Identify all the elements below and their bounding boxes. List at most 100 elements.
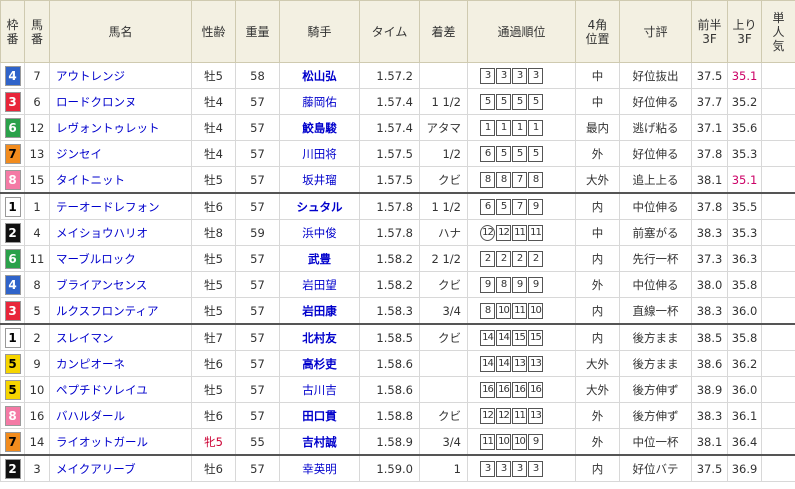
margin-cell: 1 [419,454,468,482]
margin-cell [419,62,468,89]
weight-cell: 57 [235,140,280,167]
passing-position: 7 [512,198,527,215]
table-row[interactable]: 1 2 スレイマン 牡7 57 北村友 1.58.5 クビ 14 14 15 15 内後方まま 38.5 3… [0,323,795,351]
umaban-cell: 3 [24,454,50,482]
umaban-cell: 11 [24,245,50,272]
jockey-link[interactable]: 松山弘 [279,62,360,89]
first3f-cell: 38.3 [691,219,728,246]
horse-name-link[interactable]: ペプチドソレイユ [49,376,192,403]
time-cell: 1.58.6 [359,350,420,377]
last3f-cell: 35.2 [727,88,762,115]
horse-name-link[interactable]: アウトレンジ [49,62,192,89]
table-row[interactable]: 3 6 ロードクロンヌ 牡4 57 藤岡佑 1.57.4 1 1/2 5 5 5 5 中好位伸る 37.7… [0,88,795,115]
jockey-link[interactable]: 武豊 [279,245,360,272]
jockey-link[interactable]: 岩田望 [279,271,360,298]
passing-position: 12 [496,224,511,241]
waku-badge: 8 [4,405,21,426]
jockey-link[interactable]: 高杉吏 [279,350,360,377]
horse-name-link[interactable]: スレイマン [49,323,192,351]
first3f-cell: 38.3 [691,297,728,325]
passing-position: 10 [528,302,543,319]
margin-cell: アタマ [419,114,468,141]
header-jockey: 騎手 [279,0,360,63]
umaban-cell: 1 [24,192,50,220]
horse-name-link[interactable]: ブライアンセンス [49,271,192,298]
table-row[interactable]: 4 7 アウトレンジ 牡5 58 松山弘 1.57.2 3 3 3 3 中好位抜出 37.5 35.1 [0,62,795,89]
weight-cell: 57 [235,350,280,377]
jockey-link[interactable]: 川田将 [279,140,360,167]
horse-name-link[interactable]: ジンセイ [49,140,192,167]
table-row[interactable]: 6 11 マーブルロック 牡5 57 武豊 1.58.2 2 1/2 2 2 2 2 内先行一杯 37.3… [0,245,795,272]
table-row[interactable]: 1 1 テーオードレフォン 牡6 57 シュタル 1.57.8 1 1/2 6 5 7 9 内中位伸る 3… [0,192,795,220]
time-cell: 1.57.8 [359,192,420,220]
passing-position: 2 [512,250,527,267]
jockey-link[interactable]: 北村友 [279,323,360,351]
jockey-link[interactable]: 吉村誠 [279,428,360,456]
time-cell: 1.57.8 [359,219,420,246]
passing-position: 1 [480,119,495,136]
horse-name-link[interactable]: タイトニット [49,166,192,194]
table-row[interactable]: 7 13 ジンセイ 牡4 57 川田将 1.57.5 1/2 6 5 5 5 外好位伸る 37.8 35.3 [0,140,795,167]
popularity-cell [761,376,795,403]
table-row[interactable]: 4 8 ブライアンセンス 牡5 57 岩田望 1.58.2 クビ 9 8 9 9 外中位伸る 38.0 35… [0,271,795,298]
last3f-cell: 35.8 [727,323,762,351]
passing-position: 8 [480,171,495,188]
horse-name-link[interactable]: バハルダール [49,402,192,429]
horse-name-link[interactable]: ロードクロンヌ [49,88,192,115]
waku-cell: 5 [0,376,25,403]
umaban-cell: 12 [24,114,50,141]
waku-cell: 7 [0,428,25,456]
passing-position: 5 [528,145,543,162]
popularity-cell [761,62,795,89]
table-row[interactable]: 8 16 バハルダール 牡6 57 田口貫 1.58.8 クビ 12 12 11 13 外後方伸ず 38.… [0,402,795,429]
header-sex-age: 性齢 [191,0,236,63]
passing-position: 16 [512,381,527,398]
table-row[interactable]: 5 10 ペプチドソレイユ 牡5 57 古川吉 1.58.6 16 16 16 16 大外 後方伸ず 38… [0,376,795,403]
passing-position: 9 [528,198,543,215]
margin-cell: クビ [419,271,468,298]
waku-badge: 2 [4,458,21,479]
waku-badge: 2 [4,222,21,243]
jockey-link[interactable]: 浜中俊 [279,219,360,246]
jockey-link[interactable]: 鮫島駿 [279,114,360,141]
table-row[interactable]: 3 5 ルクスフロンティア 牡5 57 岩田康 1.58.3 3/4 8 10 11 10 内直線一杯 3… [0,297,795,325]
table-row[interactable]: 6 12 レヴォントゥレット 牡4 57 鮫島駿 1.57.4 アタマ 1 1 1 1 最内 逃げ粘る 37… [0,114,795,141]
jockey-link[interactable]: 藤岡佑 [279,88,360,115]
horse-name-link[interactable]: レヴォントゥレット [49,114,192,141]
comment-cell: 追上上る [619,166,692,194]
first3f-cell: 38.9 [691,376,728,403]
jockey-link[interactable]: 幸英明 [279,454,360,482]
passing-cell: 8 10 11 10 [467,297,576,325]
horse-name-link[interactable]: ライオットガール [49,428,192,456]
margin-cell: 1/2 [419,140,468,167]
table-row[interactable]: 8 15 タイトニット 牡5 57 坂井瑠 1.57.5 クビ 8 8 7 8 大外 追上上る 38.1 35… [0,166,795,194]
jockey-link[interactable]: 岩田康 [279,297,360,325]
passing-position: 5 [512,145,527,162]
table-row[interactable]: 5 9 カンピオーネ 牡6 57 高杉吏 1.58.6 14 14 13 13 大外 後方まま 38.6 3… [0,350,795,377]
passing-position: 13 [528,407,543,424]
horse-name-link[interactable]: マーブルロック [49,245,192,272]
table-row[interactable]: 2 4 メイショウハリオ 牡8 59 浜中俊 1.57.8 ハナ 12 12 11 11 中前塞がる 38… [0,219,795,246]
jockey-link[interactable]: 田口貫 [279,402,360,429]
table-row[interactable]: 7 14 ライオットガール 牝5 55 吉村誠 1.58.9 3/4 11 10 10 9 外中位一杯 3… [0,428,795,456]
jockey-link[interactable]: シュタル [279,192,360,220]
passing-position: 14 [496,329,511,346]
popularity-cell [761,219,795,246]
first3f-cell: 38.5 [691,323,728,351]
passing-position: 14 [496,355,511,372]
last3f-cell: 36.4 [727,428,762,456]
horse-name-link[interactable]: カンピオーネ [49,350,192,377]
table-row[interactable]: 2 3 メイクアリーブ 牡6 57 幸英明 1.59.0 1 3 3 3 3 内好位バテ 37.5 36.9 [0,454,795,482]
weight-cell: 57 [235,271,280,298]
horse-name-link[interactable]: テーオードレフォン [49,192,192,220]
race-result-table: 枠番 馬番 馬名 性齢 重量 騎手 タイム 着差 通過順位 4角 位置 寸評 前半… [0,0,795,482]
horse-name-link[interactable]: ルクスフロンティア [49,297,192,325]
horse-name-link[interactable]: メイショウハリオ [49,219,192,246]
passing-cell: 16 16 16 16 [467,376,576,403]
passing-cell: 14 14 15 15 [467,323,576,351]
horse-name-link[interactable]: メイクアリーブ [49,454,192,482]
header-last3f: 上り 3F [727,0,762,63]
jockey-link[interactable]: 古川吉 [279,376,360,403]
jockey-link[interactable]: 坂井瑠 [279,166,360,194]
passing-position: 15 [512,329,527,346]
